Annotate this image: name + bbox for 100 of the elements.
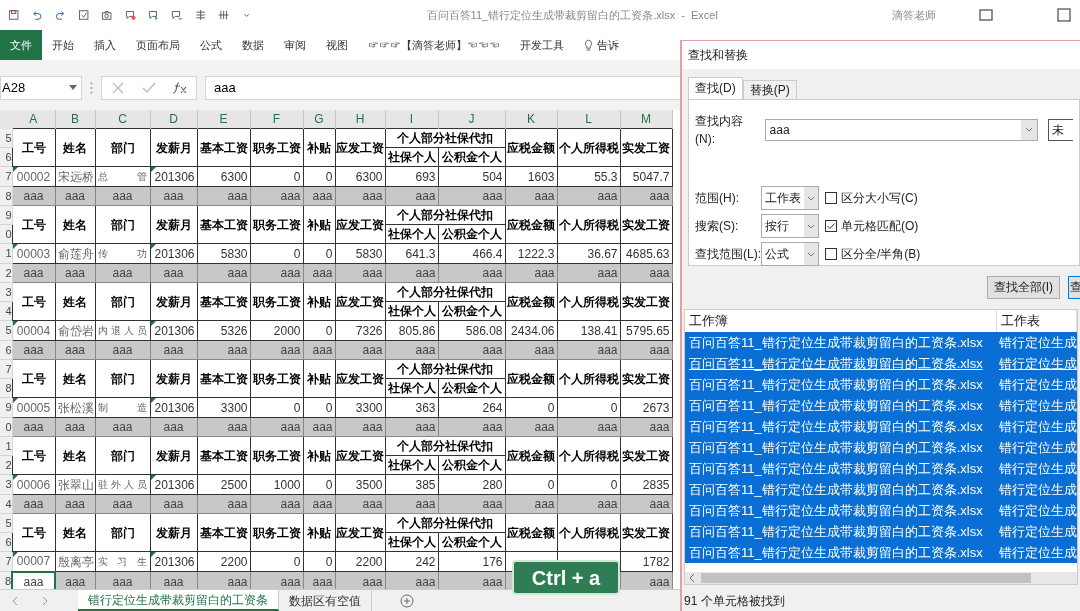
result-row[interactable]: 百问百答11_错行定位生成带裁剪留白的工资条.xlsx 错行定位生成 [685,436,1077,458]
sheet-tab[interactable]: 错行定位生成带裁剪留白的工资条 [78,590,279,611]
dialog-tab[interactable]: 查找(D) [688,76,743,99]
option-checkbox[interactable]: 区分全/半角(B) [825,243,921,265]
option-checkbox[interactable]: 单元格匹配(O) [825,215,921,237]
result-row[interactable]: 百问百答11_错行定位生成带裁剪留白的工资条.xlsx 错行定位生成 [685,373,1077,395]
ribbon-tab[interactable]: 页面布局 [126,30,190,60]
save-icon[interactable] [8,7,20,23]
table-cell: 0 [250,166,303,187]
table-cell: 6300 [197,166,250,187]
ribbon-tab[interactable]: 公式 [190,30,232,60]
table-cell: 1222.3 [505,243,557,264]
column-header[interactable]: F [250,110,303,129]
ribbon-tab[interactable]: 插入 [84,30,126,60]
table-cell: 55.3 [557,166,620,187]
find-input[interactable]: aaa [764,118,1039,141]
table-cell: 504 [438,166,505,187]
option-label: 查找范围(L): [695,245,761,263]
scroll-left-icon[interactable] [689,574,695,583]
header-cell: 姓名 [55,359,95,398]
format-button[interactable]: 未 [1048,118,1073,141]
table-cell: 586.08 [438,320,505,341]
checkbox-icon[interactable] [825,248,837,261]
row-number[interactable]: 7 [0,551,12,572]
add-sheet-icon[interactable] [400,593,414,608]
status-text: 91 个单元格被找到 [683,593,786,611]
results-column-header[interactable]: 工作表 [997,309,1077,332]
ribbon-tab[interactable]: 开始 [42,30,84,60]
row-number[interactable]: 3 [0,474,12,495]
column-header[interactable]: J [438,110,505,129]
header-cell: 姓名 [55,282,95,321]
ribbon-options-icon[interactable] [977,7,994,23]
distribute-rows-icon[interactable] [194,7,206,23]
header-cell: 基本工资 [197,282,250,321]
table-cell: 俞莲舟 [55,243,95,264]
row-number[interactable]: 9 [0,397,12,418]
table-cell: 5047.7 [620,166,672,187]
table-cell: 殷离亭 [55,551,95,572]
header-cell: 实发工资 [620,513,672,552]
option-select[interactable]: 公式 [761,241,819,266]
ribbon-tab[interactable]: 开发工具 [510,30,574,60]
table-cell: 驻 外 人 员 [95,474,150,495]
results-column-header[interactable]: 工作簿 [685,309,997,332]
result-row[interactable]: 百问百答11_错行定位生成带裁剪留白的工资条.xlsx 错行定位生成 [685,331,1077,353]
checkbox-icon[interactable] [825,192,837,205]
column-header[interactable]: C [95,110,150,129]
column-header[interactable]: M [620,110,672,129]
sheet-tab[interactable]: 数据区有空值 [279,590,372,611]
table-cell: 0 [303,397,335,418]
checkbox-icon[interactable] [825,220,837,233]
column-header[interactable]: E [197,110,250,129]
option-checkbox[interactable]: 区分大小写(C) [825,187,921,209]
column-header[interactable]: D [150,110,197,129]
name-box[interactable]: A28 [0,75,82,100]
column-header[interactable]: H [335,110,385,129]
result-row[interactable]: 百问百答11_错行定位生成带裁剪留白的工资条.xlsx 错行定位生成 [685,394,1077,416]
row-number[interactable]: 1 [0,243,12,264]
ribbon-tab[interactable]: 视图 [316,30,358,60]
table-cell: 2835 [620,474,672,495]
header-cell: 补贴 [303,513,335,552]
table-cell: 张松溪 [55,397,95,418]
form-icon[interactable] [78,7,90,23]
row-number[interactable]: 7 [0,166,12,187]
table-cell: 宋远桥 [55,166,95,187]
result-row[interactable]: 百问百答11_错行定位生成带裁剪留白的工资条.xlsx 错行定位生成 [685,520,1077,542]
dialog-tab[interactable]: 替换(P) [742,79,797,99]
option-select[interactable]: 工作表 [761,185,819,210]
table-cell: 2500 [197,474,250,495]
ribbon-tab[interactable]: 数据 [232,30,274,60]
column-header[interactable]: B [55,110,95,129]
header-cell: 姓名 [55,436,95,475]
column-header[interactable]: G [303,110,335,129]
column-header[interactable]: I [385,110,438,129]
result-row[interactable]: 百问百答11_错行定位生成带裁剪留白的工资条.xlsx 错行定位生成 [685,457,1077,479]
row-number[interactable]: 5 [0,320,12,341]
ribbon-tab[interactable]: 告诉 [574,30,629,60]
header-cell: 应发工资 [335,282,385,321]
function-icon[interactable] [172,81,189,94]
header-cell: 个人所得税 [557,359,620,398]
result-row[interactable]: 百问百答11_错行定位生成带裁剪留白的工资条.xlsx 错行定位生成 [685,499,1077,521]
result-row[interactable]: 百问百答11_错行定位生成带裁剪留白的工资条.xlsx 错行定位生成 [685,541,1077,563]
dialog-button[interactable]: 查找全部(I) [986,275,1060,299]
table-cell: 0 [505,474,557,495]
ribbon-tab[interactable]: 审阅 [274,30,316,60]
table-cell: 138.41 [557,320,620,341]
table-cell: 0 [557,397,620,418]
column-header[interactable]: K [505,110,557,129]
result-row[interactable]: 百问百答11_错行定位生成带裁剪留白的工资条.xlsx 错行定位生成 [685,478,1077,500]
maximize-icon[interactable] [1055,7,1072,23]
table-cell: aaa [12,571,55,589]
option-select[interactable]: 按行 [761,213,819,238]
ribbon-tab[interactable]: ☞☞☞【滴答老师】☜☜☜ [358,30,510,60]
ribbon-tab[interactable]: 文件 [0,30,42,60]
scrollbar-thumb[interactable] [701,573,1031,584]
header-cell: 个人部分社保代扣 [385,436,505,456]
column-header[interactable]: A [12,110,55,129]
header-cell: 发薪月 [150,282,197,321]
column-header[interactable]: L [557,110,620,129]
header-cell: 个人部分社保代扣 [385,282,505,302]
result-row[interactable]: 百问百答11_错行定位生成带裁剪留白的工资条.xlsx 错行定位生成 [685,415,1077,437]
